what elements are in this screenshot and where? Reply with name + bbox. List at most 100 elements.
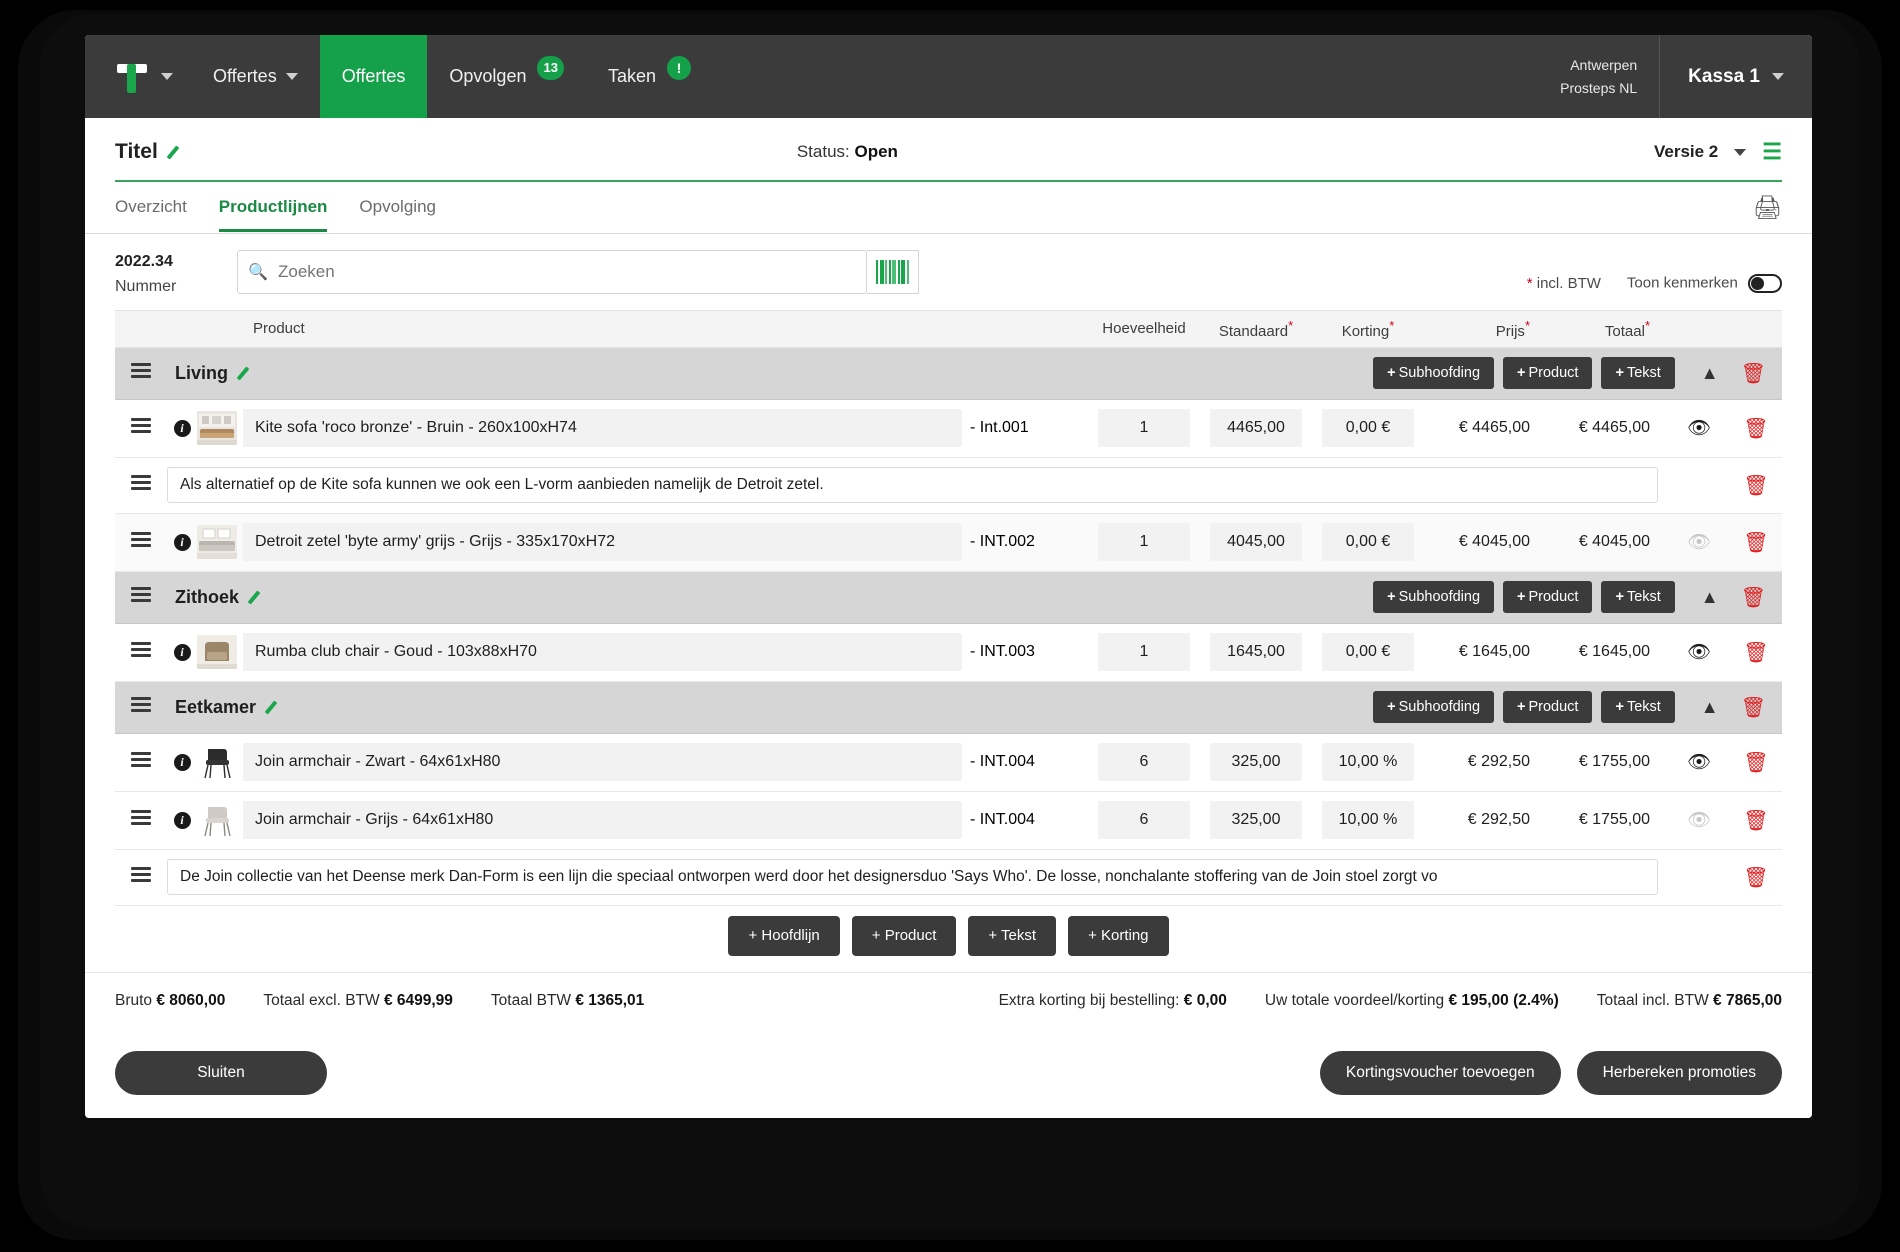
delete-group-icon[interactable]: 🗑 [1741,585,1766,610]
product-thumbnail[interactable] [197,803,243,838]
row-drag-handle[interactable] [115,639,167,666]
delete-group-icon[interactable]: 🗑 [1741,361,1766,386]
delete-row-icon[interactable]: 🗑 [1730,473,1782,498]
add-version-stack-icon[interactable]: ☰ [1762,141,1782,163]
row-info-icon[interactable]: i [167,643,197,662]
add-product-button[interactable]: + Product [1503,691,1593,724]
discount-field[interactable]: 0,00 € [1312,633,1424,672]
visibility-toggle[interactable]: 👁 [1668,750,1730,774]
nav-item-offertes-menu[interactable]: Offertes [191,35,320,118]
drag-handle-icon[interactable] [131,529,151,551]
collapse-chevron-up-icon[interactable]: ▲ [1701,363,1719,384]
add-hoofdlijn-button[interactable]: + Hoofdlijn [728,915,840,956]
product-name-field[interactable]: Join armchair - Zwart - 64x61xH80 [243,743,970,782]
edit-pencil-icon[interactable] [264,700,279,715]
quantity-field[interactable]: 6 [1088,801,1200,840]
drag-handle-icon[interactable] [131,694,151,716]
delete-row-icon[interactable]: 🗑 [1730,530,1782,555]
logo-menu[interactable] [85,35,191,118]
nav-item-taken[interactable]: Taken ! [586,35,713,118]
drag-handle-icon[interactable] [131,584,151,606]
delete-row-icon[interactable]: 🗑 [1730,808,1782,833]
quantity-field[interactable]: 1 [1088,523,1200,562]
add-korting-button[interactable]: + Korting [1068,915,1169,956]
group-drag-handle[interactable] [115,694,167,721]
drag-handle-icon[interactable] [131,639,151,661]
add-text-button[interactable]: + Tekst [1601,691,1675,724]
collapse-chevron-up-icon[interactable]: ▲ [1701,697,1719,718]
user-register-menu[interactable]: Kassa 1 [1660,35,1812,118]
group-drag-handle[interactable] [115,584,167,611]
nav-item-offertes-active[interactable]: Offertes [319,35,428,118]
chevron-down-icon[interactable] [161,73,173,80]
product-thumbnail[interactable] [197,525,243,560]
table-row[interactable]: i Join armchair - Grijs - 64x61xH80 - IN… [115,791,1782,850]
tab-opvolging[interactable]: Opvolging [359,183,436,232]
delete-row-icon[interactable]: 🗑 [1730,750,1782,775]
product-name-field[interactable]: Rumba club chair - Goud - 103x88xH70 [243,633,970,672]
discount-field[interactable]: 10,00 % [1312,801,1424,840]
table-row[interactable]: i Kite sofa 'roco bronze' - Bruin - 260x… [115,399,1782,458]
row-drag-handle[interactable] [115,529,167,556]
add-text-button[interactable]: + Tekst [1601,357,1675,390]
delete-row-icon[interactable]: 🗑 [1730,865,1782,890]
drag-handle-icon[interactable] [131,415,151,437]
sluiten-button[interactable]: Sluiten [115,1051,327,1095]
row-drag-handle[interactable] [115,415,167,442]
edit-pencil-icon[interactable] [236,366,251,381]
group-drag-handle[interactable] [115,360,167,387]
print-icon[interactable]: 🖨 [1753,194,1782,221]
discount-field[interactable]: 10,00 % [1312,743,1424,782]
add-subheading-button[interactable]: + Subhoofding [1373,581,1495,614]
row-drag-handle[interactable] [115,749,167,776]
standard-price-field[interactable]: 325,00 [1200,743,1312,782]
chevron-down-icon[interactable] [1734,148,1747,156]
table-row[interactable]: i Rumba club chair - Goud - 103x88xH70 -… [115,623,1782,682]
drag-handle-icon[interactable] [131,807,151,829]
tab-productlijnen[interactable]: Productlijnen [218,183,328,232]
group-header-row[interactable]: Living + Subhoofding + Product + Tekst ▲ 🗑 [115,347,1782,400]
product-name-field[interactable]: Detroit zetel 'byte army' grijs - Grijs … [243,523,970,562]
delete-group-icon[interactable]: 🗑 [1741,695,1766,720]
discount-field[interactable]: 0,00 € [1312,523,1424,562]
standard-price-field[interactable]: 4045,00 [1200,523,1312,562]
standard-price-field[interactable]: 325,00 [1200,801,1312,840]
tab-overzicht[interactable]: Overzicht [115,183,187,232]
delete-row-icon[interactable]: 🗑 [1730,416,1782,441]
barcode-scan-button[interactable] [867,250,919,294]
visibility-toggle[interactable]: 👁 [1668,640,1730,664]
drag-handle-icon[interactable] [131,360,151,382]
text-line-input[interactable]: Als alternatief op de Kite sofa kunnen w… [167,467,1658,504]
add-product-button[interactable]: + Product [1503,357,1593,390]
visibility-toggle[interactable]: 👁 [1668,530,1730,554]
text-line-input[interactable]: De Join collectie van het Deense merk Da… [167,859,1658,896]
table-row[interactable]: i Detroit zetel 'byte army' grijs - Grij… [115,513,1782,572]
drag-handle-icon[interactable] [131,472,151,494]
table-row[interactable]: i Join armchair - Zwart - 64x61xH80 - IN… [115,733,1782,792]
visibility-toggle[interactable]: 👁 [1668,416,1730,440]
nav-item-opvolgen[interactable]: Opvolgen 13 [427,35,586,118]
add-subheading-button[interactable]: + Subhoofding [1373,691,1495,724]
product-thumbnail[interactable] [197,745,243,780]
product-name-field[interactable]: Join armchair - Grijs - 64x61xH80 [243,801,970,840]
toon-kenmerken-toggle[interactable]: Toon kenmerken [1627,274,1782,293]
add-product-button-bottom[interactable]: + Product [851,915,957,956]
row-drag-handle[interactable] [115,807,167,834]
edit-pencil-icon[interactable] [247,590,262,605]
table-row-text[interactable]: De Join collectie van het Deense merk Da… [115,849,1782,906]
drag-handle-icon[interactable] [131,864,151,886]
product-name-field[interactable]: Kite sofa 'roco bronze' - Bruin - 260x10… [243,409,970,448]
quantity-field[interactable]: 1 [1088,409,1200,448]
standard-price-field[interactable]: 1645,00 [1200,633,1312,672]
product-thumbnail[interactable] [197,411,243,446]
add-text-button[interactable]: + Tekst [1601,581,1675,614]
add-product-button[interactable]: + Product [1503,581,1593,614]
recalculate-promotions-button[interactable]: Herbereken promoties [1576,1051,1782,1095]
visibility-toggle[interactable]: 👁 [1668,808,1730,832]
row-info-icon[interactable]: i [167,533,197,552]
row-info-icon[interactable]: i [167,753,197,772]
add-subheading-button[interactable]: + Subhoofding [1373,357,1495,390]
discount-field[interactable]: 0,00 € [1312,409,1424,448]
product-thumbnail[interactable] [197,635,243,670]
standard-price-field[interactable]: 4465,00 [1200,409,1312,448]
